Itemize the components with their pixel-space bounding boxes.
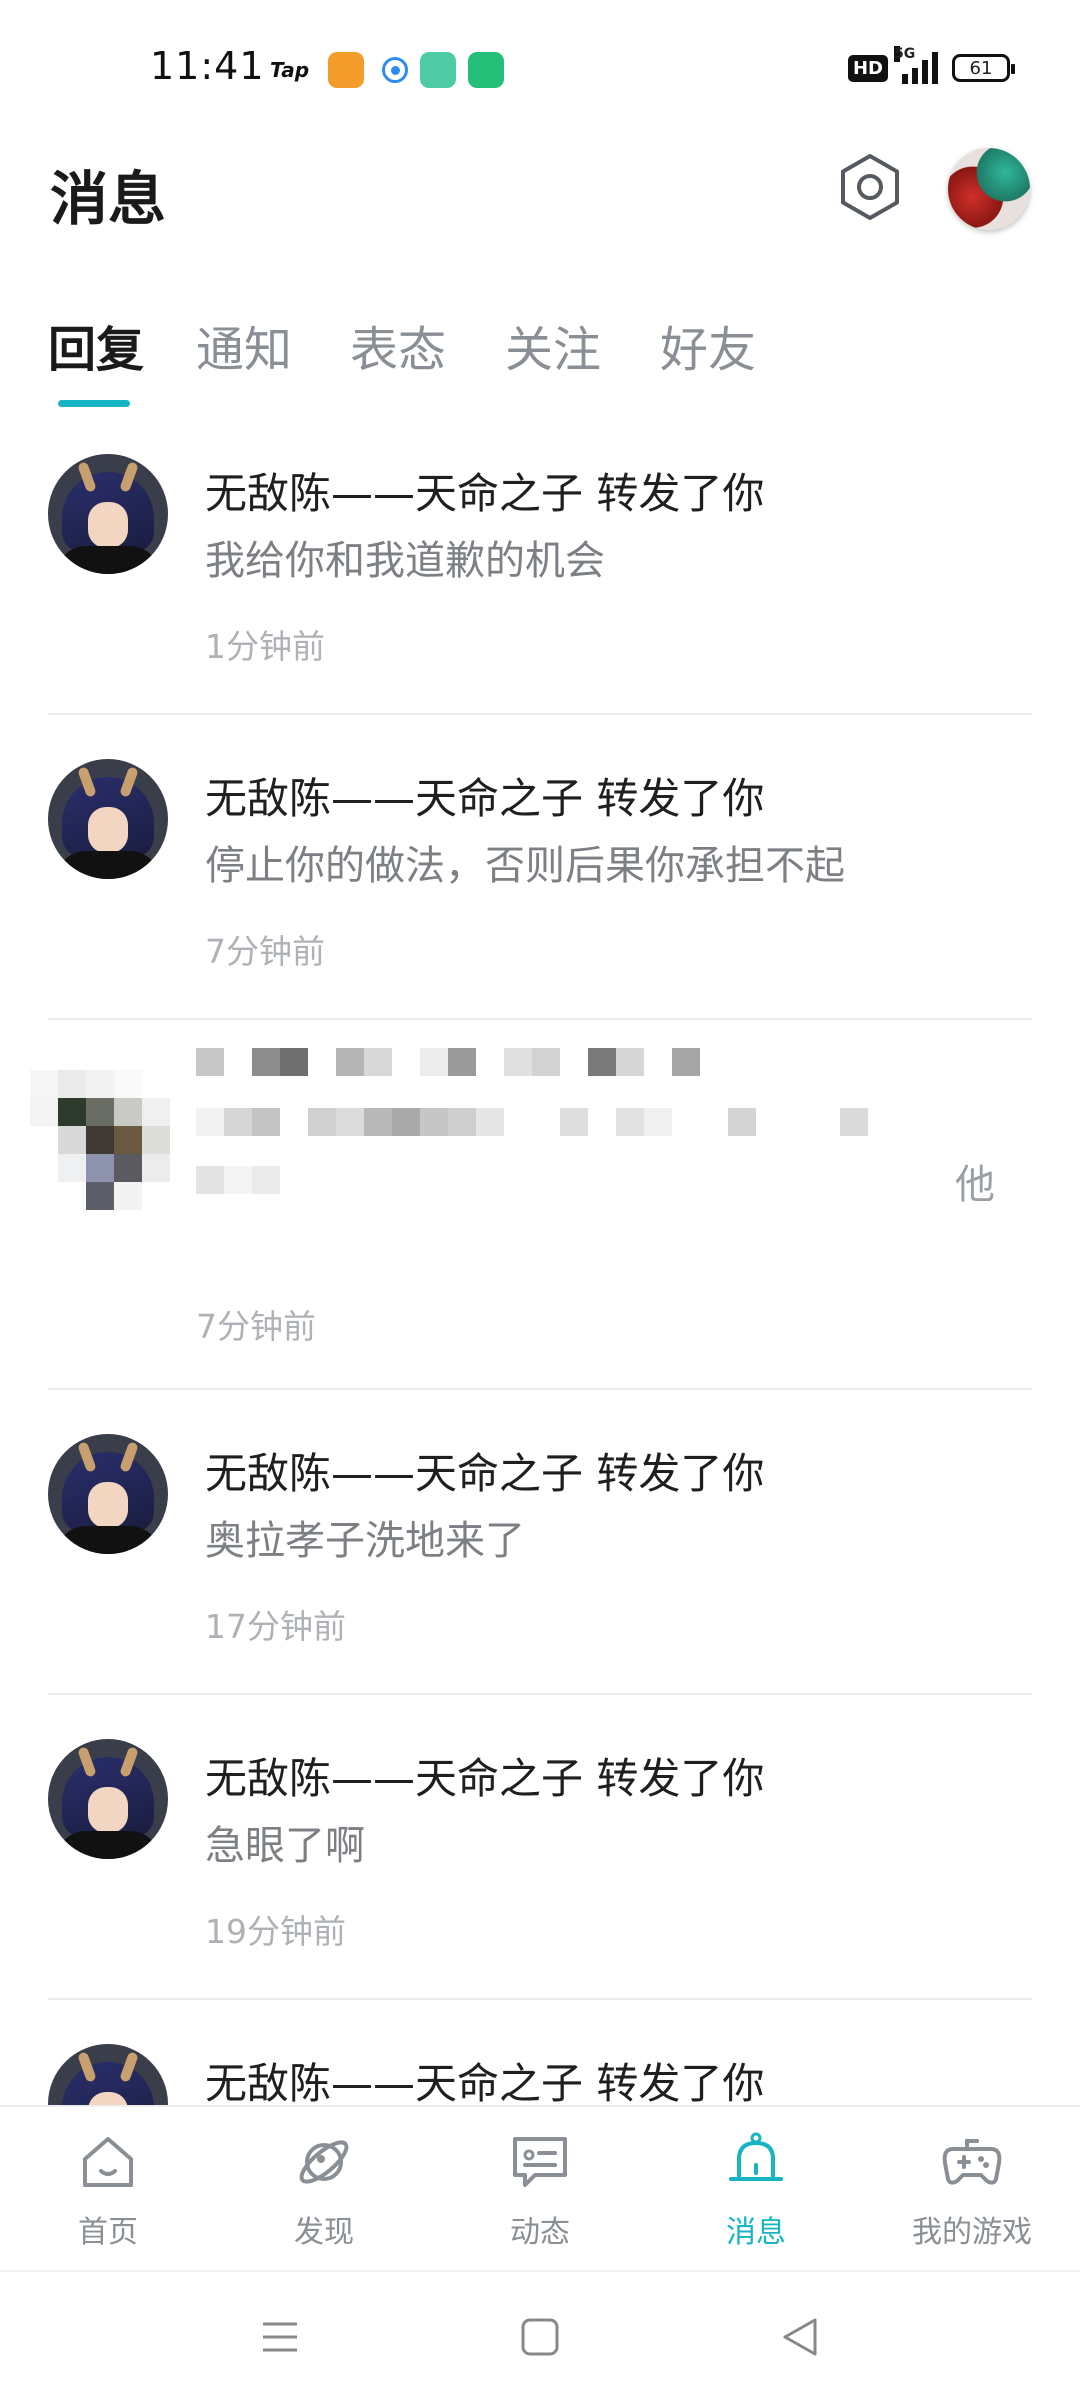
message-title: 无敌陈——天命之子 转发了你 <box>205 774 765 823</box>
nav-feed[interactable]: 动态 <box>450 2129 630 2251</box>
sender-avatar[interactable] <box>48 1739 168 1859</box>
tab-notification[interactable]: 通知 <box>196 310 292 380</box>
taptap-app-icon: Tap <box>270 58 310 82</box>
system-navigation-bar <box>0 2270 1080 2400</box>
list-item[interactable]: 无敌陈——天命之子 转发了你 我给你和我道歉的机会 1分钟前 <box>0 410 1080 715</box>
message-time: 19分钟前 <box>205 1912 346 1951</box>
pixelated-content-line-1 <box>196 1108 868 1136</box>
sender-avatar[interactable] <box>48 759 168 879</box>
message-time: 17分钟前 <box>205 1607 346 1646</box>
nav-label: 消息 <box>726 2215 786 2250</box>
discover-planet-icon <box>299 2140 349 2184</box>
sender-avatar[interactable] <box>48 454 168 574</box>
nav-label: 动态 <box>510 2215 570 2250</box>
tab-reply[interactable]: 回复 <box>48 310 144 380</box>
settings-button[interactable] <box>835 152 905 222</box>
nav-label: 发现 <box>294 2215 354 2250</box>
user-avatar[interactable] <box>948 148 1030 230</box>
battery-level: 61 <box>969 57 993 79</box>
gear-icon <box>841 154 899 220</box>
message-title: 无敌陈——天命之子 转发了你 <box>205 2059 765 2108</box>
menu-icon[interactable] <box>255 2312 305 2362</box>
status-time: 11:41 <box>150 44 265 88</box>
gamepad-icon <box>942 2139 1002 2185</box>
message-title: 无敌陈——天命之子 转发了你 <box>205 1449 765 1498</box>
nav-home[interactable]: 首页 <box>18 2129 198 2251</box>
list-item[interactable]: 无敌陈——天命之子 转发了你 急眼了啊 19分钟前 <box>0 1695 1080 2000</box>
home-icon <box>83 2137 133 2187</box>
sender-avatar[interactable] <box>48 1434 168 1554</box>
message-tabs: 回复 通知 表态 关注 好友 <box>0 300 1080 410</box>
message-time: 7分钟前 <box>205 932 325 971</box>
pixelated-title-real <box>196 1048 700 1076</box>
hd-badge: HD <box>847 54 888 82</box>
pixelated-content-line-2 <box>196 1166 280 1194</box>
network-type-label: 5G <box>894 46 916 62</box>
message-content: 我给你和我道歉的机会 <box>205 538 605 584</box>
status-indicators: HD 5G 61 <box>847 46 1015 84</box>
back-triangle-icon[interactable] <box>775 2312 825 2362</box>
tab-follow[interactable]: 关注 <box>505 310 601 380</box>
nav-my-games[interactable]: 我的游戏 <box>882 2129 1062 2251</box>
active-tab-indicator <box>58 400 130 407</box>
nav-discover[interactable]: 发现 <box>234 2129 414 2251</box>
list-item[interactable]: 无敌陈——天命之子 转发了你 停止你的做法，否则后果你承担不起 7分钟前 <box>0 715 1080 1020</box>
nav-messages[interactable]: 消息 <box>666 2129 846 2251</box>
message-list: 无敌陈——天命之子 转发了你 我给你和我道歉的机会 1分钟前 无敌陈——天命之子… <box>0 410 1080 2150</box>
green-robot-app-icon <box>468 52 504 88</box>
nav-label: 首页 <box>78 2215 138 2250</box>
bottom-navigation: 首页 发现 动态 消息 我的游戏 <box>0 2105 1080 2270</box>
blue-dot-app-icon <box>382 57 408 83</box>
signal-icon: 5G <box>894 46 938 84</box>
message-content-tail: 他 <box>955 1162 995 1208</box>
message-title: 无敌陈——天命之子 转发了你 <box>205 1754 765 1803</box>
status-app-icons: Tap <box>270 52 504 88</box>
tab-reaction[interactable]: 表态 <box>350 310 446 380</box>
page-title: 消息 <box>50 165 167 233</box>
home-square-icon[interactable] <box>515 2312 565 2362</box>
green-app-icon <box>420 52 456 88</box>
message-content: 奥拉孝子洗地来了 <box>205 1518 525 1564</box>
message-content: 急眼了啊 <box>205 1823 365 1869</box>
uc-browser-app-icon <box>328 52 364 88</box>
status-bar: 11:41 Tap HD 5G 61 <box>0 0 1080 140</box>
message-time: 7分钟前 <box>196 1307 316 1346</box>
message-title: 无敌陈——天命之子 转发了你 <box>205 469 765 518</box>
message-content: 停止你的做法，否则后果你承担不起 <box>205 843 845 889</box>
message-time: 1分钟前 <box>205 627 325 666</box>
pixelated-avatar[interactable] <box>30 1070 170 1220</box>
list-item-pixelated[interactable]: 他 7分钟前 <box>0 1020 1080 1390</box>
nav-label: 我的游戏 <box>912 2215 1032 2250</box>
bell-icon <box>729 2132 783 2181</box>
list-item[interactable]: 无敌陈——天命之子 转发了你 奥拉孝子洗地来了 17分钟前 <box>0 1390 1080 1695</box>
tab-friends[interactable]: 好友 <box>660 310 756 380</box>
feed-chat-icon <box>513 2137 567 2187</box>
page-header: 消息 <box>0 140 1080 250</box>
battery-icon: 61 <box>952 54 1015 82</box>
